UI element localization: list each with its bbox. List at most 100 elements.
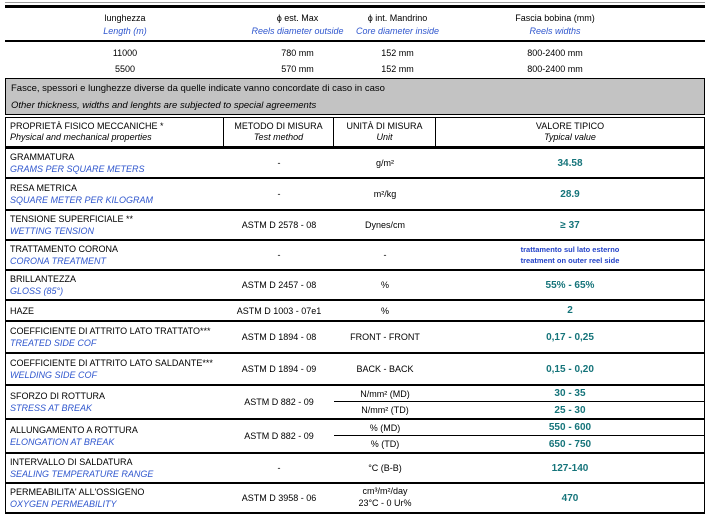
- property-name-it: COEFFICIENTE DI ATTRITO LATO SALDANTE***: [10, 358, 222, 368]
- col-label-en: Reels widths: [445, 23, 665, 38]
- reels-col-core-diameter: ϕ int. Mandrino Core diameter inside: [350, 11, 445, 38]
- col-label-en: Reels diameter outside: [245, 23, 350, 38]
- property-name-en: ELONGATION AT BREAK: [10, 435, 222, 447]
- reels-col-length: lunghezza Length (m): [5, 11, 245, 38]
- typical-value: 2: [436, 305, 704, 316]
- table-row-grammatura: GRAMMATURA GRAMS PER SQUARE METERS - g/m…: [6, 149, 704, 179]
- property-name-en: GRAMS PER SQUARE METERS: [10, 162, 222, 174]
- unit: BACK - BACK: [334, 364, 436, 374]
- property-name-en: TREATED SIDE COF: [10, 336, 222, 348]
- property-name: TRATTAMENTO CORONA CORONA TREATMENT: [6, 241, 224, 269]
- reels-col-widths: Fascia bobina (mm) Reels widths: [445, 11, 665, 38]
- typical-value: ≥ 37: [436, 220, 704, 231]
- test-method: -: [224, 158, 334, 168]
- outer-diameter-value: 570 mm: [245, 59, 350, 74]
- property-name: RESA METRICA SQUARE METER PER KILOGRAM: [6, 180, 224, 208]
- property-name: INTERVALLO DI SALDATURA SEALING TEMPERAT…: [6, 454, 224, 482]
- test-method: -: [224, 250, 334, 260]
- subrow-md: N/mm² (MD) 30 - 35: [334, 386, 704, 402]
- subrow-td: N/mm² (TD) 25 - 30: [334, 402, 704, 418]
- property-name-it: BRILLANTEZZA: [10, 274, 222, 284]
- property-name: HAZE: [6, 303, 224, 319]
- notice-text-en: Other thickness, widths and lenghts are …: [11, 100, 699, 111]
- col-label-en: Length (m): [5, 23, 245, 38]
- header-unit: UNITÀ DI MISURA Unit: [334, 118, 436, 146]
- table-row: 11000 780 mm 152 mm 800-2400 mm: [5, 42, 705, 58]
- properties-table-header: PROPRIETÀ FISICO MECCANICHE * Physical a…: [6, 118, 704, 149]
- unit: m²/kg: [334, 189, 436, 199]
- test-method: ASTM D 882 - 09: [224, 397, 334, 407]
- width-value: 800-2400 mm: [445, 59, 665, 74]
- typical-value: 30 - 35: [436, 388, 704, 399]
- unit: g/m²: [334, 158, 436, 168]
- test-method: ASTM D 3958 - 06: [224, 493, 334, 503]
- table-row-sforzo-di-rottura: SFORZO DI ROTTURA STRESS AT BREAK ASTM D…: [6, 386, 704, 420]
- property-name: TENSIONE SUPERFICIALE ** WETTING TENSION: [6, 211, 224, 239]
- test-method: ASTM D 2457 - 08: [224, 280, 334, 290]
- test-method: -: [224, 463, 334, 473]
- test-method: ASTM D 1894 - 08: [224, 332, 334, 342]
- typical-value: 34.58: [436, 158, 704, 169]
- typical-value: 127-140: [436, 463, 704, 474]
- property-name-en: WELDING SIDE COF: [10, 368, 222, 380]
- typical-value: 28.9: [436, 189, 704, 200]
- property-name-it: PERMEABILITA' ALL'OSSIGENO: [10, 487, 222, 497]
- table-row-cof-trattato: COEFFICIENTE DI ATTRITO LATO TRATTATO***…: [6, 322, 704, 354]
- special-agreements-notice: Fasce, spessori e lunghezze diverse da q…: [5, 78, 705, 115]
- width-value: 800-2400 mm: [445, 43, 665, 58]
- property-name-it: TENSIONE SUPERFICIALE **: [10, 214, 222, 224]
- reels-table: lunghezza Length (m) ϕ est. Max Reels di…: [5, 5, 705, 74]
- typical-value: 0,17 - 0,25: [436, 332, 704, 343]
- col-label-it: Fascia bobina (mm): [445, 11, 665, 23]
- reels-table-header: lunghezza Length (m) ϕ est. Max Reels di…: [5, 8, 705, 42]
- typical-value: 0,15 - 0,20: [436, 364, 704, 375]
- property-name-it: INTERVALLO DI SALDATURA: [10, 457, 222, 467]
- table-row-haze: HAZE ASTM D 1003 - 07e1 % 2: [6, 301, 704, 322]
- col-label-it: lunghezza: [5, 11, 245, 23]
- col-label-it: ϕ int. Mandrino: [350, 11, 445, 23]
- property-name-it: RESA METRICA: [10, 183, 222, 193]
- typical-value: 25 - 30: [436, 405, 704, 416]
- property-name-it: TRATTAMENTO CORONA: [10, 244, 222, 254]
- header-value-it: VALORE TIPICO: [438, 121, 702, 131]
- md-td-subrows: % (MD) 550 - 600 % (TD) 650 - 750: [334, 420, 704, 452]
- header-property-en: Physical and mechanical properties: [10, 131, 221, 142]
- table-row-allungamento-a-rottura: ALLUNGAMENTO A ROTTURA ELONGATION AT BRE…: [6, 420, 704, 454]
- length-value: 11000: [5, 43, 245, 58]
- property-name: SFORZO DI ROTTURA STRESS AT BREAK: [6, 388, 224, 416]
- header-method-it: METODO DI MISURA: [226, 121, 331, 131]
- header-property: PROPRIETÀ FISICO MECCANICHE * Physical a…: [6, 118, 224, 146]
- property-name-en: SEALING TEMPERATURE RANGE: [10, 467, 222, 479]
- unit: %: [334, 280, 436, 290]
- unit: -: [334, 250, 436, 260]
- property-name-en: CORONA TREATMENT: [10, 254, 222, 266]
- core-diameter-value: 152 mm: [350, 43, 445, 58]
- property-name: PERMEABILITA' ALL'OSSIGENO OXYGEN PERMEA…: [6, 484, 224, 512]
- test-method: ASTM D 1003 - 07e1: [224, 306, 334, 316]
- unit: % (TD): [334, 439, 436, 449]
- treatment-note-line2: treatment on outer reel side: [436, 255, 704, 266]
- table-row-permeabilita-ossigeno: PERMEABILITA' ALL'OSSIGENO OXYGEN PERMEA…: [6, 484, 704, 514]
- unit: Dynes/cm: [334, 220, 436, 230]
- header-method: METODO DI MISURA Test method: [224, 118, 334, 146]
- property-name-it: HAZE: [10, 306, 222, 316]
- datasheet-page: lunghezza Length (m) ϕ est. Max Reels di…: [5, 2, 705, 514]
- property-name-it: COEFFICIENTE DI ATTRITO LATO TRATTATO***: [10, 326, 222, 336]
- col-label-en: Core diameter inside: [350, 23, 445, 38]
- header-method-en: Test method: [226, 131, 331, 142]
- property-name-it: GRAMMATURA: [10, 152, 222, 162]
- test-method: ASTM D 1894 - 09: [224, 364, 334, 374]
- unit: % (MD): [334, 423, 436, 433]
- test-method: ASTM D 882 - 09: [224, 431, 334, 441]
- unit: cm³/m²/day 23°C - 0 Ur%: [334, 486, 436, 509]
- unit: N/mm² (MD): [334, 389, 436, 399]
- property-name-it: SFORZO DI ROTTURA: [10, 391, 222, 401]
- subrow-td: % (TD) 650 - 750: [334, 436, 704, 452]
- typical-value: 550 - 600: [436, 422, 704, 433]
- table-row: 5500 570 mm 152 mm 800-2400 mm: [5, 58, 705, 74]
- property-name: COEFFICIENTE DI ATTRITO LATO SALDANTE***…: [6, 355, 224, 383]
- table-row-cof-saldante: COEFFICIENTE DI ATTRITO LATO SALDANTE***…: [6, 354, 704, 386]
- unit: N/mm² (TD): [334, 405, 436, 415]
- unit: %: [334, 306, 436, 316]
- md-td-subrows: N/mm² (MD) 30 - 35 N/mm² (TD) 25 - 30: [334, 386, 704, 418]
